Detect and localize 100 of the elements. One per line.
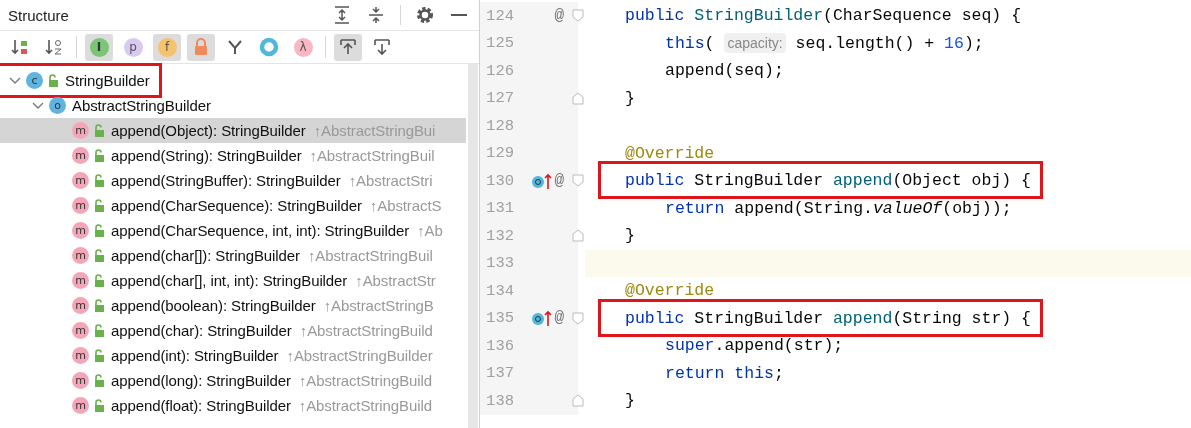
settings-icon[interactable] [415,5,435,25]
inherited-from-label: ↑AbstractStringBui [313,122,436,139]
method-icon: m [72,197,89,214]
code-token: @Override [625,143,715,163]
code-token: return [665,363,725,383]
inherited-toggle[interactable]: I [85,33,113,61]
tree-item-label[interactable]: AbstractStringBuilder [72,97,211,114]
lock-icon [93,373,105,388]
method-icon: m [72,297,89,314]
sort-alpha-icon [44,37,64,57]
ring-icon [259,37,279,57]
scroll-to-source-toggle[interactable] [334,33,362,61]
line-number: 133 [485,254,514,273]
lock-icon [93,398,105,413]
lock-icon [47,73,59,88]
lock-icon [93,348,105,363]
annotation-marker[interactable]: @ [554,6,564,25]
line-number: 126 [485,61,514,80]
lock-icon [93,148,105,163]
code-token: this [665,33,705,53]
line-number: 136 [485,336,514,355]
inherited-from-label: ↑AbstractStri [348,172,433,189]
inherited-from-label: ↑AbstractStringB [323,297,434,314]
method-icon: m [72,272,89,289]
expand-all-icon[interactable] [332,5,352,25]
line-number: 125 [485,34,514,53]
inherited-from-label: ↑AbstractStringBuilder [286,347,433,364]
code-token: append(seq); [665,61,784,81]
tree-item-label[interactable]: StringBuilder [65,72,150,89]
method-icon: m [72,172,89,189]
tree-item-label[interactable]: append(char): StringBuilder [111,322,292,339]
code-token: append(String. [733,198,873,218]
code-token: (Object obj) { [892,171,1031,191]
code-token: } [625,88,635,108]
tree-item-label[interactable]: append(long): StringBuilder [111,372,291,389]
inherited-from-label: ↑AbstractStringBuil [309,147,435,164]
line-number: 124 [485,6,514,25]
code-token: super [665,336,715,356]
code-token: public [625,308,685,328]
tree-item-label[interactable]: append(CharSequence, int, int): StringBuilder [111,222,410,239]
superclass-icon: o [49,97,66,114]
lock-icon [93,248,105,263]
tree-item-label[interactable]: append(Object): StringBuilder [111,122,306,139]
non-public-toggle[interactable] [187,33,215,61]
method-icon: m [72,397,89,414]
inherited-from-label: ↑AbstractStringBuild [299,322,433,339]
tree-item-label[interactable]: append(char[], int, int): StringBuilder [111,272,348,289]
override-icon[interactable] [531,309,554,328]
code-token: StringBuilder [693,308,825,328]
code-token: (obj)); [942,198,1012,218]
override-icon[interactable] [531,171,554,190]
method-icon: m [72,147,89,164]
sort-visibility-icon [10,37,30,57]
inherited-from-label: ↑AbstractS [369,197,442,214]
line-number: 138 [485,391,514,410]
scrollbar[interactable] [468,64,478,428]
code-token: append [832,171,893,191]
code-token: ( [704,33,716,53]
line-number: 134 [485,281,514,300]
class-icon: c [26,72,43,89]
annotation-marker[interactable]: @ [554,171,564,190]
lock-icon [93,298,105,313]
lock-icon [93,123,105,138]
method-icon: m [72,372,89,389]
code-token: public [625,6,685,26]
scroll-down-icon [372,37,392,57]
code-token: seq.length() + [794,33,936,53]
line-number: 137 [485,364,514,383]
code-token: StringBuilder [693,171,825,191]
code-token: } [625,391,635,411]
code-token: ); [963,33,984,53]
tree-item-label[interactable]: append(char[]): StringBuilder [111,247,300,264]
line-number: 128 [485,116,514,135]
panel-title: Structure [8,6,70,24]
lock-icon [93,223,105,238]
tree-item-label[interactable]: append(boolean): StringBuilder [111,297,316,314]
fields-toggle[interactable]: f [153,33,181,61]
code-token: @Override [625,281,715,301]
collapse-all-icon[interactable] [366,5,386,25]
method-icon: m [72,322,89,339]
method-icon: m [72,347,89,364]
code-token: ; [773,363,784,383]
tree-item-label[interactable]: append(StringBuffer): StringBuilder [111,172,341,189]
tree-item-label[interactable]: append(CharSequence): StringBuilder [111,197,362,214]
tree-item-label[interactable]: append(int): StringBuilder [111,347,279,364]
code-token: } [625,226,635,246]
method-icon: m [72,247,89,264]
line-number: 132 [485,226,514,245]
code-token: this [733,363,774,383]
scroll-up-icon [338,37,358,57]
code-token: public [625,171,685,191]
tree-item-label[interactable]: append(String): StringBuilder [111,147,302,164]
method-icon: m [72,222,89,239]
line-number: 135 [485,309,514,328]
annotation-marker[interactable]: @ [554,309,564,328]
tree-item-label[interactable]: append(float): StringBuilder [111,397,291,414]
inherited-from-label: ↑AbstractStringBuild [298,397,432,414]
code-token: valueOf [872,198,943,218]
code-token: StringBuilder [693,6,824,26]
tree-item[interactable]: m append(Object): StringBuilder ↑AbstractStringBui [0,118,466,143]
